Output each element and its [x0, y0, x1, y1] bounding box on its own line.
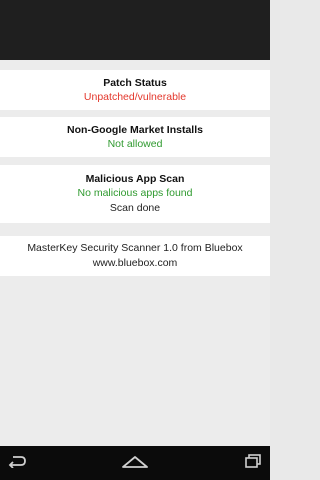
back-icon: [7, 454, 27, 473]
about-block: MasterKey Security Scanner 1.0 from Blue…: [0, 236, 270, 276]
about-line-1: MasterKey Security Scanner 1.0 from Blue…: [27, 242, 243, 254]
patch-status-title: Patch Status: [103, 77, 167, 89]
navigation-bar: [0, 446, 270, 480]
home-icon: [120, 454, 150, 473]
market-installs-title: Non-Google Market Installs: [67, 124, 203, 136]
action-bar: [0, 0, 270, 60]
recent-apps-icon: [243, 453, 263, 474]
recent-apps-button[interactable]: [236, 452, 270, 474]
market-installs-value: Not allowed: [107, 138, 163, 150]
home-button[interactable]: [118, 452, 152, 474]
about-link[interactable]: www.bluebox.com: [0, 256, 270, 271]
malicious-scan-status: Scan done: [109, 202, 161, 214]
app-screen: Patch Status Unpatched/vulnerable Non-Go…: [0, 0, 270, 480]
back-button[interactable]: [0, 452, 34, 474]
malicious-scan-result: No malicious apps found: [77, 187, 193, 199]
malicious-scan-title: Malicious App Scan: [85, 173, 185, 185]
patch-status-value: Unpatched/vulnerable: [83, 91, 187, 103]
market-installs-card: Non-Google Market Installs Not allowed: [0, 117, 270, 157]
malicious-scan-card: Malicious App Scan No malicious apps fou…: [0, 165, 270, 223]
patch-status-card: Patch Status Unpatched/vulnerable: [0, 70, 270, 110]
